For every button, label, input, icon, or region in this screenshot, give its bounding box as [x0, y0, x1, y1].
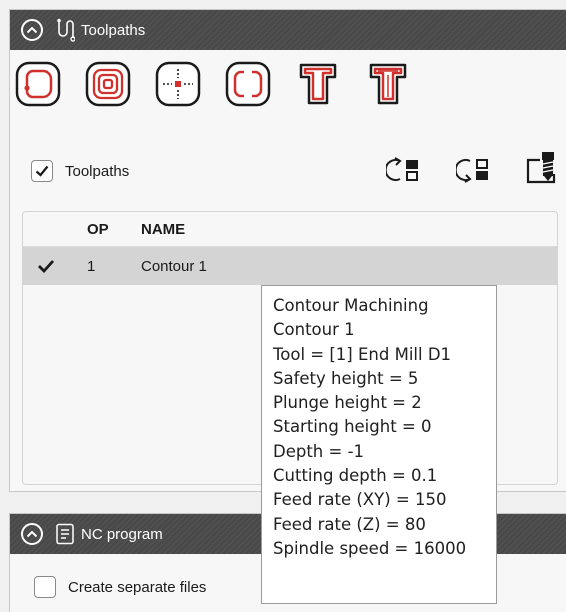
table-header: OP NAME	[23, 212, 557, 247]
text-outline-toolpath-icon	[369, 63, 407, 105]
move-up-icon	[384, 157, 418, 181]
row-checkmark-icon[interactable]	[37, 259, 55, 273]
tooltip-line-feed-xy: Feed rate (XY) = 150	[273, 490, 447, 510]
tool-library-icon	[526, 152, 556, 184]
checkmark-icon	[35, 165, 49, 177]
drill-toolpath-button[interactable]	[154, 60, 202, 108]
tool-library-button[interactable]	[524, 148, 560, 193]
contour-toolpath-icon	[15, 61, 61, 107]
separate-files-checkbox[interactable]	[34, 576, 56, 598]
column-header-op[interactable]: OP	[87, 221, 109, 238]
tooltip-line-feed-z: Feed rate (Z) = 80	[273, 514, 426, 534]
text-engrave-toolpath-button[interactable]	[294, 60, 342, 108]
profile-toolpath-icon	[225, 61, 271, 107]
profile-toolpath-button[interactable]	[224, 60, 272, 108]
pocket-toolpath-icon	[85, 61, 131, 107]
show-toolpaths-option[interactable]: Toolpaths	[31, 160, 129, 182]
collapse-toolpaths-icon[interactable]	[21, 19, 43, 41]
row-name: Contour 1	[141, 257, 207, 275]
move-down-icon	[454, 159, 488, 183]
toolpath-details-tooltip: Contour Machining Contour 1 Tool = [1] E…	[261, 285, 497, 604]
tooltip-line-spindle-speed: Spindle speed = 16000	[273, 538, 467, 558]
text-outline-toolpath-button[interactable]	[364, 60, 412, 108]
pocket-toolpath-button[interactable]	[84, 60, 132, 108]
nc-document-icon	[55, 523, 75, 545]
toolpaths-panel-title: Toolpaths	[81, 21, 146, 39]
tooltip-line-name: Contour 1	[273, 320, 355, 340]
tooltip-line-starting-height: Starting height = 0	[273, 417, 432, 437]
column-header-name[interactable]: NAME	[141, 221, 185, 238]
drill-toolpath-icon	[155, 61, 201, 107]
toolpaths-panel-header[interactable]: Toolpaths	[10, 10, 566, 50]
tooltip-line-depth: Depth = -1	[273, 441, 365, 461]
nc-program-panel-title: NC program	[81, 525, 163, 543]
toolpath-type-toolbar	[14, 60, 412, 108]
tooltip-line-safety-height: Safety height = 5	[273, 368, 419, 388]
redo-order-button[interactable]	[384, 155, 422, 190]
collapse-nc-program-icon[interactable]	[21, 523, 43, 545]
row-op-number: 1	[87, 257, 96, 275]
separate-files-label: Create separate files	[68, 578, 207, 596]
separate-files-option[interactable]: Create separate files	[34, 576, 206, 598]
reorder-button[interactable]	[454, 155, 492, 190]
table-row[interactable]: 1 Contour 1	[23, 247, 557, 285]
toolpath-path-icon	[55, 18, 75, 42]
show-toolpaths-checkbox[interactable]	[31, 160, 53, 182]
text-engrave-toolpath-icon	[299, 63, 337, 105]
tooltip-line-operation-type: Contour Machining	[273, 296, 429, 315]
tooltip-line-tool: Tool = [1] End Mill D1	[273, 344, 452, 364]
tooltip-line-plunge-height: Plunge height = 2	[273, 393, 422, 413]
contour-toolpath-button[interactable]	[14, 60, 62, 108]
show-toolpaths-label: Toolpaths	[65, 162, 130, 180]
tooltip-line-cutting-depth: Cutting depth = 0.1	[273, 466, 438, 486]
